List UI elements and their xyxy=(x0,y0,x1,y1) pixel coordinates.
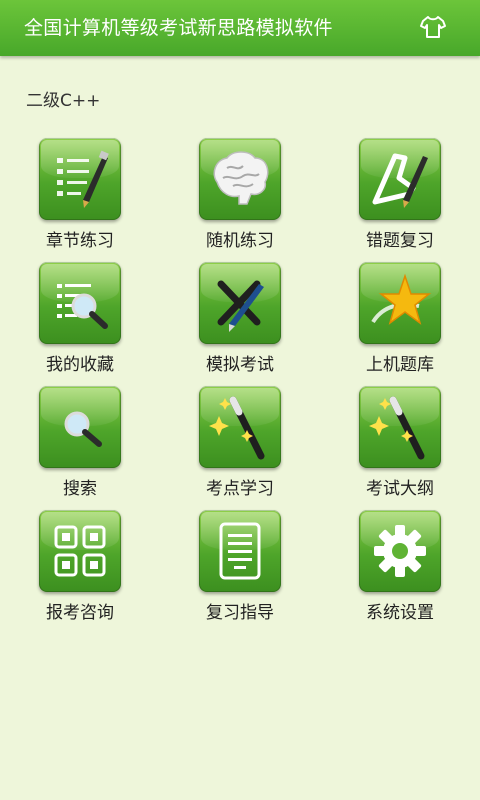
brain-icon xyxy=(199,138,281,220)
menu-item-label: 我的收藏 xyxy=(46,355,114,375)
menu-grid: 章节练习 随机练习 错题复习 我的收藏 模拟考试 上机题库 搜索 考点学习 考试… xyxy=(0,0,480,800)
menu-item-label: 考点学习 xyxy=(206,479,274,499)
menu-item-syllabus[interactable]: 考试大纲 xyxy=(330,386,470,506)
menu-item-review-guide[interactable]: 复习指导 xyxy=(170,510,310,630)
pens-cross-icon xyxy=(199,262,281,344)
menu-item-label: 错题复习 xyxy=(366,231,434,251)
menu-item-label: 搜索 xyxy=(63,479,97,499)
menu-item-mock-exam[interactable]: 模拟考试 xyxy=(170,262,310,382)
triangle-pen-icon xyxy=(359,138,441,220)
menu-item-search[interactable]: 搜索 xyxy=(10,386,150,506)
menu-item-label: 报考咨询 xyxy=(46,603,114,623)
menu-item-key-points[interactable]: 考点学习 xyxy=(170,386,310,506)
shooting-star-icon xyxy=(359,262,441,344)
menu-item-label: 系统设置 xyxy=(366,603,434,623)
menu-item-registration-info[interactable]: 报考咨询 xyxy=(10,510,150,630)
magic-wand-icon xyxy=(359,386,441,468)
magnifier-icon xyxy=(39,386,121,468)
menu-item-system-settings[interactable]: 系统设置 xyxy=(330,510,470,630)
document-icon xyxy=(199,510,281,592)
magic-wand-icon xyxy=(199,386,281,468)
menu-item-chapter-practice[interactable]: 章节练习 xyxy=(10,138,150,258)
menu-item-label: 随机练习 xyxy=(206,231,274,251)
menu-item-label: 模拟考试 xyxy=(206,355,274,375)
menu-item-label: 复习指导 xyxy=(206,603,274,623)
menu-item-label: 章节练习 xyxy=(46,231,114,251)
menu-item-favorites[interactable]: 我的收藏 xyxy=(10,262,150,382)
menu-item-wrong-review[interactable]: 错题复习 xyxy=(330,138,470,258)
menu-item-label: 考试大纲 xyxy=(366,479,434,499)
gear-icon xyxy=(359,510,441,592)
menu-item-random-practice[interactable]: 随机练习 xyxy=(170,138,310,258)
menu-item-computer-questions[interactable]: 上机题库 xyxy=(330,262,470,382)
checklist-pen-icon xyxy=(39,138,121,220)
grid-icon xyxy=(39,510,121,592)
list-magnifier-icon xyxy=(39,262,121,344)
menu-item-label: 上机题库 xyxy=(366,355,434,375)
